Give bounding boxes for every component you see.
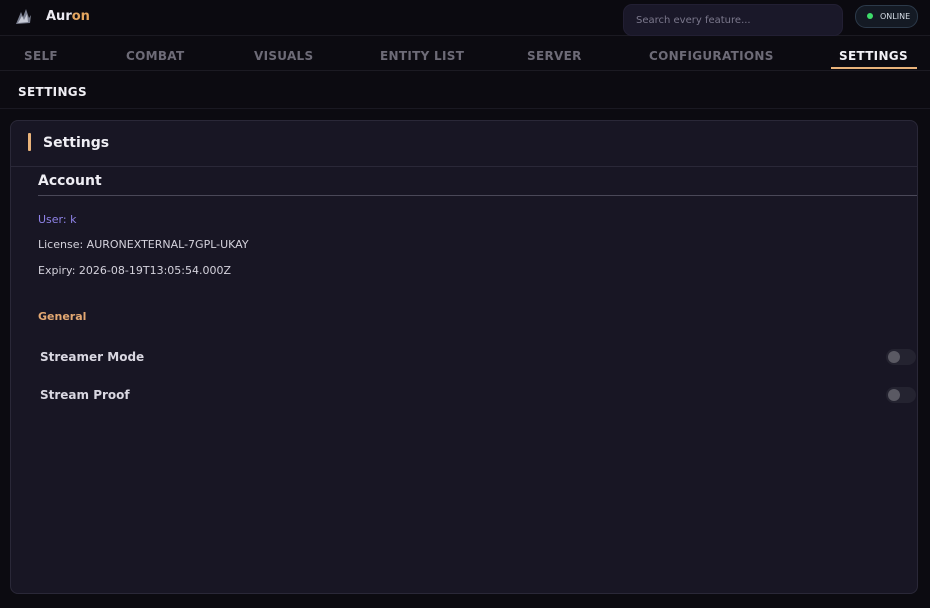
- panel-accent-bar: [28, 133, 31, 151]
- search-input[interactable]: [623, 4, 843, 36]
- tab-configurations[interactable]: CONFIGURATIONS: [649, 49, 774, 63]
- tab-entity-list[interactable]: ENTITY LIST: [380, 49, 464, 63]
- toggle-knob: [888, 389, 900, 401]
- tab-combat[interactable]: COMBAT: [126, 49, 184, 63]
- app-title: Auron: [46, 9, 90, 24]
- tab-visuals[interactable]: VISUALS: [254, 49, 313, 63]
- account-section-title: Account: [38, 173, 102, 189]
- account-expiry: Expiry: 2026-08-19T13:05:54.000Z: [38, 264, 232, 277]
- streamer-mode-toggle[interactable]: [886, 349, 916, 365]
- tab-settings[interactable]: SETTINGS: [839, 49, 908, 63]
- account-license: License: AURONEXTERNAL-7GPL-UKAY: [38, 238, 249, 251]
- account-divider: [38, 195, 917, 196]
- stream-proof-label: Stream Proof: [40, 388, 130, 402]
- panel-divider: [11, 166, 917, 167]
- streamer-mode-label: Streamer Mode: [40, 350, 145, 364]
- subheader-divider: [0, 108, 930, 109]
- status-text: ONLINE: [880, 12, 911, 21]
- account-user: User: k: [38, 213, 77, 226]
- toggle-knob: [888, 351, 900, 363]
- stream-proof-toggle[interactable]: [886, 387, 916, 403]
- tab-server[interactable]: SERVER: [527, 49, 582, 63]
- auron-logo-icon: [16, 9, 31, 24]
- brand-accent-text: on: [71, 9, 90, 24]
- breadcrumb: SETTINGS: [18, 85, 87, 99]
- general-section-title: General: [38, 310, 87, 323]
- main-tabs: SELF COMBAT VISUALS ENTITY LIST SERVER C…: [0, 37, 930, 71]
- status-badge: ONLINE: [855, 5, 918, 28]
- active-tab-indicator: [831, 67, 917, 69]
- panel-title: Settings: [43, 135, 110, 151]
- online-status-dot-icon: [867, 13, 873, 19]
- top-bar: Auron ONLINE: [0, 0, 930, 36]
- tab-self[interactable]: SELF: [24, 49, 58, 63]
- settings-panel: Settings Account User: k License: AURONE…: [10, 120, 918, 594]
- brand-text: Aur: [46, 9, 72, 24]
